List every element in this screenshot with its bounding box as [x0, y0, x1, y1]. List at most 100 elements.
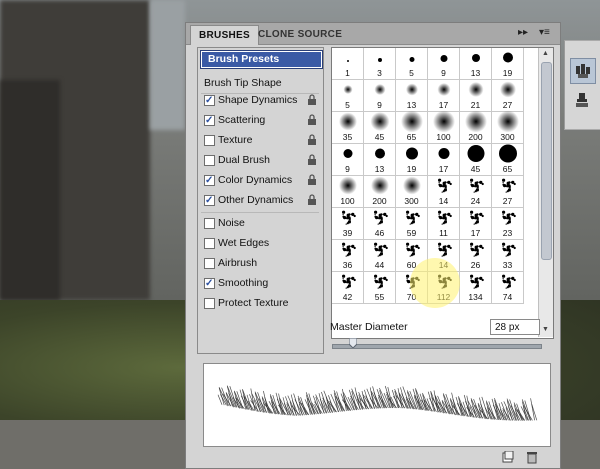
option-shape-dynamics[interactable]: Shape Dynamics [198, 91, 323, 110]
option-checkbox[interactable] [204, 298, 215, 309]
brush-preset-cell[interactable]: 27 [492, 80, 524, 112]
brush-preset-cell[interactable]: 36 [332, 240, 364, 272]
brush-preset-cell[interactable]: 19 [492, 48, 524, 80]
brushes-dock-button[interactable] [570, 58, 596, 84]
option-label: Noise [218, 217, 245, 229]
master-diameter-slider[interactable] [332, 344, 542, 349]
brush-preset-cell[interactable]: 55 [364, 272, 396, 304]
option-checkbox[interactable] [204, 238, 215, 249]
brush-size-number: 5 [345, 100, 350, 110]
brush-preset-cell[interactable]: 1 [332, 48, 364, 80]
brush-preset-cell[interactable]: 26 [460, 240, 492, 272]
option-checkbox[interactable] [204, 135, 215, 146]
brush-preset-cell[interactable]: 65 [396, 110, 428, 144]
brush-preset-cell[interactable]: 17 [428, 144, 460, 176]
brush-preset-cell[interactable]: 300 [492, 110, 524, 144]
option-dual-brush[interactable]: Dual Brush [198, 151, 323, 170]
brush-preset-cell[interactable]: 33 [492, 240, 524, 272]
brush-tip-shape-icon [372, 274, 388, 293]
brush-preset-cell[interactable]: 17 [460, 208, 492, 240]
brush-preset-cell[interactable]: 35 [332, 112, 364, 144]
brush-size-number: 21 [470, 100, 481, 110]
lock-icon[interactable] [307, 134, 317, 146]
option-checkbox[interactable] [204, 111, 215, 130]
grid-scrollbar[interactable]: ▲ ▼ [538, 48, 553, 337]
brush-preset-cell[interactable]: 13 [460, 48, 492, 80]
option-checkbox[interactable] [204, 258, 215, 269]
lock-icon[interactable] [307, 174, 317, 186]
brush-preset-cell[interactable]: 17 [428, 80, 460, 112]
brush-preset-cell[interactable]: 13 [396, 80, 428, 112]
scrollbar-thumb[interactable] [541, 62, 552, 260]
brush-preset-cell[interactable]: 9 [364, 80, 396, 112]
scroll-up-arrow-icon[interactable]: ▲ [542, 50, 549, 57]
brush-preset-cell[interactable]: 46 [364, 208, 396, 240]
brush-preset-cell[interactable]: 45 [364, 112, 396, 144]
option-airbrush[interactable]: Airbrush [198, 254, 323, 273]
option-checkbox[interactable] [204, 191, 215, 210]
brush-tip-shape-icon [499, 81, 516, 101]
brush-preset-cell[interactable]: 27 [492, 176, 524, 208]
option-color-dynamics[interactable]: Color Dynamics [198, 171, 323, 190]
brush-preset-cell[interactable]: 5 [332, 80, 364, 112]
new-brush-icon[interactable] [502, 450, 514, 466]
brush-preset-cell[interactable]: 65 [492, 144, 524, 176]
brush-preset-cell[interactable]: 74 [492, 272, 524, 304]
brush-size-number: 17 [438, 100, 449, 110]
brush-preset-cell[interactable]: 300 [396, 176, 428, 208]
brush-preset-cell[interactable]: 9 [332, 144, 364, 176]
brushes-panel: BRUSHES CLONE SOURCE ▸▸ ▾≡ Brush Presets… [185, 22, 561, 469]
brush-preset-cell[interactable]: 23 [492, 208, 524, 240]
brush-preset-cell[interactable]: 45 [460, 144, 492, 176]
option-texture[interactable]: Texture [198, 131, 323, 150]
brush-tip-shape-icon [404, 242, 420, 261]
brush-preset-cell[interactable]: 11 [428, 208, 460, 240]
brush-preset-cell[interactable]: 5 [396, 48, 428, 80]
brush-preset-cell[interactable]: 39 [332, 208, 364, 240]
slider-knob-icon[interactable] [348, 338, 357, 348]
option-checkbox[interactable] [204, 155, 215, 166]
brush-preset-cell[interactable]: 100 [332, 176, 364, 208]
brush-tip-shape-icon [502, 52, 513, 66]
brush-preset-cell[interactable]: 14 [428, 176, 460, 208]
panel-menu-icon[interactable]: ▾≡ [539, 27, 550, 38]
option-checkbox[interactable] [204, 218, 215, 229]
brush-size-number: 33 [502, 260, 513, 270]
brush-preset-cell[interactable]: 44 [364, 240, 396, 272]
tab-clone-source[interactable]: CLONE SOURCE [250, 25, 350, 44]
brush-preset-cell[interactable]: 134 [460, 272, 492, 304]
brush-preset-cell[interactable]: 19 [396, 144, 428, 176]
brush-preset-cell[interactable]: 3 [364, 48, 396, 80]
lock-icon[interactable] [307, 154, 317, 166]
brush-preset-cell[interactable]: 21 [460, 80, 492, 112]
brush-preset-cell[interactable]: 200 [364, 176, 396, 208]
delete-brush-icon[interactable] [526, 451, 538, 467]
brush-preset-cell[interactable]: 100 [428, 110, 460, 144]
brush-preset-cell[interactable]: 24 [460, 176, 492, 208]
option-protect-texture[interactable]: Protect Texture [198, 294, 323, 313]
option-noise[interactable]: Noise [198, 214, 323, 233]
brush-size-number: 59 [406, 228, 417, 238]
scroll-down-arrow-icon[interactable]: ▼ [542, 326, 549, 333]
master-diameter-input[interactable]: 28 px [490, 319, 540, 335]
lock-icon[interactable] [307, 94, 317, 106]
lock-icon[interactable] [307, 114, 317, 126]
brush-presets-item[interactable]: Brush Presets [201, 51, 322, 68]
brush-preset-cell[interactable]: 200 [460, 110, 492, 144]
option-wet-edges[interactable]: Wet Edges [198, 234, 323, 253]
right-dock [564, 40, 600, 130]
option-scattering[interactable]: Scattering [198, 111, 323, 130]
brush-preset-cell[interactable]: 13 [364, 144, 396, 176]
option-smoothing[interactable]: Smoothing [198, 274, 323, 293]
option-other-dynamics[interactable]: Other Dynamics [198, 191, 323, 210]
tab-brushes[interactable]: BRUSHES [190, 25, 259, 45]
option-checkbox[interactable] [204, 274, 215, 293]
lock-icon[interactable] [307, 194, 317, 206]
brush-preset-cell[interactable]: 59 [396, 208, 428, 240]
option-checkbox[interactable] [204, 91, 215, 110]
brush-preset-cell[interactable]: 42 [332, 272, 364, 304]
clone-source-dock-button[interactable] [570, 88, 594, 112]
option-checkbox[interactable] [204, 171, 215, 190]
expand-arrows-icon[interactable]: ▸▸ [518, 27, 528, 38]
brush-preset-cell[interactable]: 9 [428, 48, 460, 80]
